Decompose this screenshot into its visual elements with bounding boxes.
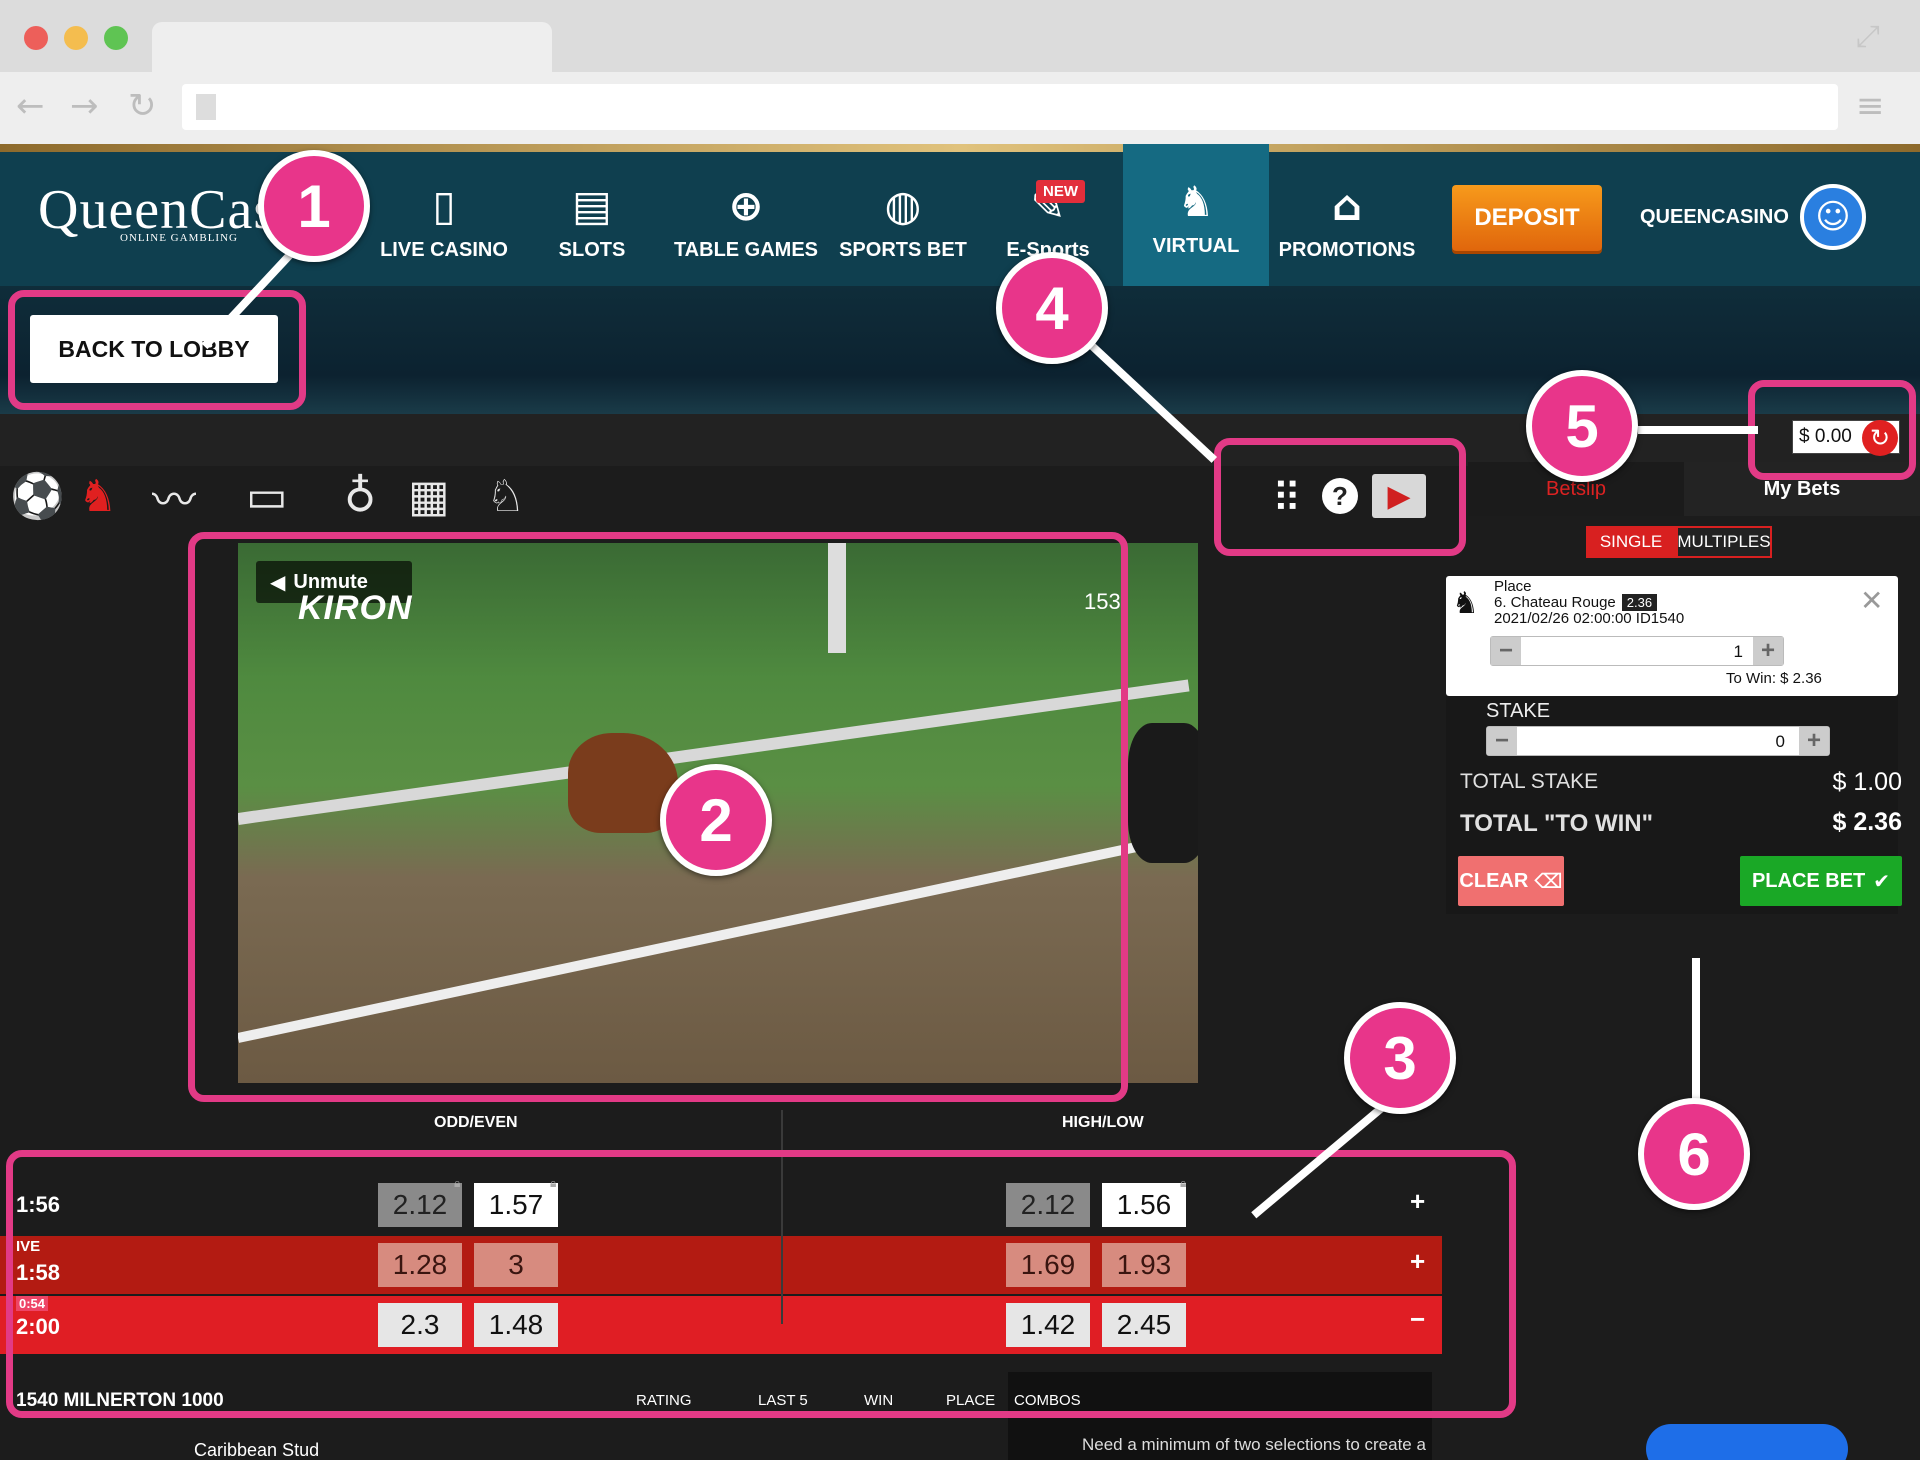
chasing-horses <box>1128 723 1198 863</box>
browser-tab[interactable] <box>152 22 552 72</box>
ball-icon: ◍ <box>884 180 922 230</box>
bet-amount-stepper[interactable]: − 1 + <box>1490 636 1784 666</box>
username[interactable]: QUEENCASINO <box>1640 206 1789 229</box>
total-stake-value: $ 1.00 <box>1832 768 1902 796</box>
nav-slots[interactable]: ▤ SLOTS <box>520 152 664 286</box>
total-to-win-label: TOTAL "TO WIN" <box>1460 810 1653 837</box>
maximize-window-dot[interactable] <box>104 26 128 50</box>
page-icon <box>196 94 216 120</box>
annotation-highlight-5 <box>1748 380 1916 480</box>
total-to-win-value: $ 2.36 <box>1832 808 1902 836</box>
decrease-amount-button[interactable]: − <box>1491 637 1521 665</box>
single-toggle[interactable]: SINGLE <box>1586 526 1676 558</box>
site-logo-subtitle: ONLINE GAMBLING <box>120 232 238 244</box>
bet-event: 2021/02/26 02:00:00 ID1540 <box>1494 610 1685 627</box>
chat-button[interactable] <box>1646 1424 1848 1460</box>
nav-label: LIVE CASINO <box>380 238 508 261</box>
annotation-highlight-2 <box>188 532 1128 1102</box>
total-stake-label: TOTAL STAKE <box>1460 770 1599 793</box>
annotation-badge-5: 5 <box>1526 370 1638 482</box>
checkmark-icon: ✔ <box>1873 869 1891 893</box>
annotation-badge-4: 4 <box>996 252 1108 364</box>
annotation-badge-3: 3 <box>1344 1002 1456 1114</box>
annotation-badge-2: 2 <box>660 764 772 876</box>
slots-icon: ▤ <box>572 180 612 230</box>
annotation-badge-6: 6 <box>1638 1098 1750 1210</box>
trash-icon: ⌫ <box>1534 869 1563 893</box>
roulette-icon: ⊕ <box>728 180 764 230</box>
nav-label: TABLE GAMES <box>673 238 819 261</box>
bet-selection: 6. Chateau Rouge 2.36 <box>1494 594 1658 611</box>
clear-label: CLEAR <box>1459 869 1529 892</box>
nav-sports-bet[interactable]: ◍ SPORTS BET <box>828 152 978 286</box>
forward-arrow-icon[interactable]: → <box>70 86 99 126</box>
nav-label: VIRTUAL <box>1152 234 1240 257</box>
selection-odds: 2.36 <box>1621 594 1658 611</box>
dog-racing-icon[interactable]: 〰 <box>152 466 196 526</box>
nav-label: SLOTS <box>558 238 626 261</box>
stake-label: STAKE <box>1486 700 1551 722</box>
selection-name: 6. Chateau Rouge <box>1494 594 1616 611</box>
annotation-badge-1: 1 <box>258 150 370 262</box>
bet-to-win: To Win: $ 2.36 <box>1726 670 1822 687</box>
odd-even-header: ODD/EVEN <box>434 1114 518 1131</box>
back-arrow-icon[interactable]: ← <box>16 86 45 126</box>
stake-value[interactable]: 0 <box>1776 732 1785 752</box>
horse-name: Caribbean Stud <box>194 1440 320 1460</box>
combos-message: Need a minimum of two selections to crea… <box>1082 1435 1426 1454</box>
horse-icon: ♞ <box>1452 586 1479 621</box>
bet-amount-value[interactable]: 1 <box>1734 642 1743 662</box>
minimize-window-dot[interactable] <box>64 26 88 50</box>
keno-icon[interactable]: ▦ <box>408 466 450 526</box>
place-bet-label: PLACE BET <box>1751 869 1866 892</box>
horse-icon: ♞ <box>1177 176 1215 226</box>
gold-divider <box>0 144 1920 152</box>
clear-button[interactable]: CLEAR ⌫ <box>1458 856 1564 906</box>
menu-icon[interactable]: ≡ <box>1856 86 1885 126</box>
close-window-dot[interactable] <box>24 26 48 50</box>
horse-racing-icon[interactable]: ♞ <box>78 466 117 526</box>
nav-promotions[interactable]: ⌂ PROMOTIONS <box>1272 152 1422 286</box>
annotation-highlight-4 <box>1214 438 1466 556</box>
high-low-header: HIGH/LOW <box>1062 1114 1144 1131</box>
football-icon[interactable]: ⚽ <box>10 466 65 526</box>
nav-virtual[interactable]: ♞ VIRTUAL <box>1123 144 1269 286</box>
annotation-highlight-1 <box>8 290 306 410</box>
nav-table-games[interactable]: ⊕ TABLE GAMES <box>664 152 828 286</box>
nav-label: SPORTS BET <box>839 238 967 261</box>
card-icon: ▯ <box>432 180 456 230</box>
new-badge: NEW <box>1036 180 1085 203</box>
nav-label: PROMOTIONS <box>1278 238 1416 261</box>
reload-icon[interactable]: ↻ <box>128 86 157 126</box>
place-bet-button[interactable]: PLACE BET ✔ <box>1740 856 1902 906</box>
increase-stake-button[interactable]: + <box>1799 727 1829 755</box>
nav-live-casino[interactable]: ▯ LIVE CASINO <box>372 152 516 286</box>
deposit-button[interactable]: DEPOSIT <box>1452 185 1602 251</box>
annotation-arrow <box>1692 958 1700 1108</box>
annotation-arrow <box>1638 426 1758 434</box>
decrease-stake-button[interactable]: − <box>1487 727 1517 755</box>
address-bar[interactable] <box>182 84 1838 130</box>
multiples-toggle[interactable]: MULTIPLES <box>1676 526 1772 558</box>
bet-type: Place <box>1494 578 1532 595</box>
user-avatar-icon[interactable]: ☺ <box>1800 184 1866 250</box>
stake-stepper[interactable]: − 0 + <box>1486 726 1830 756</box>
remove-bet-icon[interactable]: ✕ <box>1860 584 1883 617</box>
fullscreen-icon[interactable]: ⤢ <box>1856 20 1880 54</box>
tennis-icon[interactable]: ♁ <box>344 466 376 526</box>
increase-amount-button[interactable]: + <box>1753 637 1783 665</box>
gift-icon: ⌂ <box>1331 180 1363 230</box>
motor-racing-icon[interactable]: ▭ <box>246 466 288 526</box>
horse-race-platinum-icon[interactable]: ♘ <box>486 466 525 526</box>
